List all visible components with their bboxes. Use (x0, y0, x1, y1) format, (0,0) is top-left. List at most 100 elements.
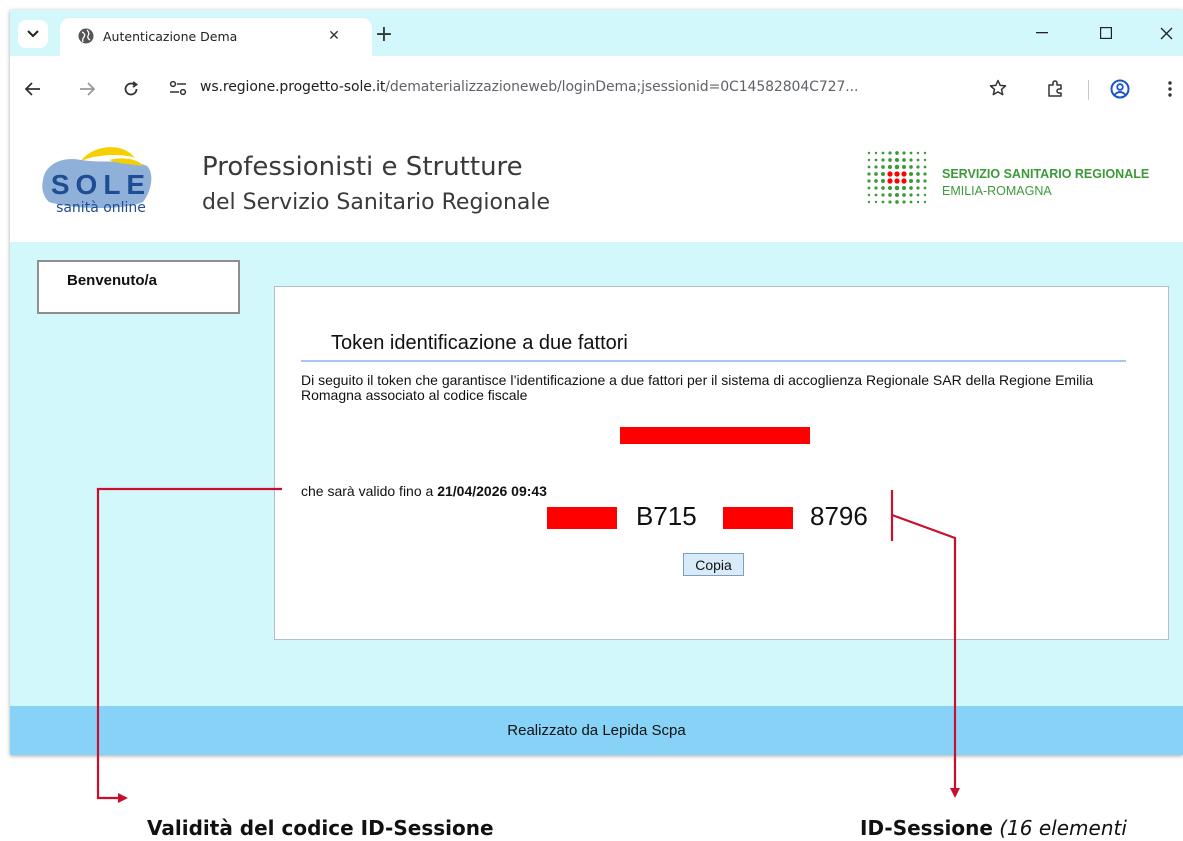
ssr-logo-dot-green (916, 151, 920, 155)
page-footer: Realizzato da Lepida Scpa (10, 706, 1183, 755)
ssr-logo-dot-red (894, 171, 900, 177)
ssr-logo-dot-red (887, 171, 893, 177)
ssr-logo-dot-green (923, 151, 927, 155)
address-bar[interactable]: ws.regione.progetto-sole.it/dematerializ… (160, 71, 1022, 105)
ssr-logo-dot-green (881, 158, 885, 162)
ssr-logo-dot-green (923, 172, 927, 176)
ssr-logo-dot-green (902, 151, 906, 155)
new-tab-button[interactable]: + (370, 20, 398, 48)
ssr-logo-dot-green (923, 165, 927, 169)
close-icon (1160, 27, 1172, 39)
sole-logo-tagline: sanità online (56, 200, 146, 216)
ssr-logo-dot-green (888, 151, 892, 155)
redacted-token-part-3 (723, 507, 793, 529)
toolbar-divider (1088, 80, 1089, 100)
browser-window: Autenticazione Dema ✕ + ws.regione.proge… (10, 10, 1183, 755)
url-host: ws.regione.progetto-sole.it (200, 79, 386, 95)
ssr-logo-dot-green (916, 158, 920, 162)
ssr-logo-dot-green (874, 158, 878, 162)
menu-icon (1168, 81, 1172, 97)
validity-line: che sarà valido fino a 21/04/2026 09:43 (301, 483, 547, 499)
ssr-logo-dot-green (895, 151, 899, 155)
validity-date: 21/04/2026 09:43 (437, 483, 547, 499)
ssr-logo-dot-green (881, 186, 885, 190)
ssr-logo-dot-green (874, 179, 878, 183)
ssr-logo-dot-green (909, 151, 913, 155)
validity-prefix: che sarà valido fino a (301, 483, 438, 499)
globe-icon (78, 28, 94, 44)
url-path: /dematerializzazioneweb/loginDema;jsessi… (385, 79, 859, 95)
welcome-box: Benvenuto/a (37, 260, 240, 314)
ssr-logo-dot-green (881, 200, 885, 204)
ssr-logo-dot-green (923, 179, 927, 183)
reload-button[interactable] (116, 74, 146, 104)
star-icon (989, 79, 1007, 96)
site-info-icon[interactable] (168, 79, 188, 97)
ssr-logo-dot-red (901, 171, 907, 177)
minimize-button[interactable] (1022, 18, 1062, 48)
reload-icon (124, 81, 139, 96)
validity-annotation-label: Validità del codice ID-Sessione (147, 816, 494, 840)
ssr-logo-dot-green (894, 164, 900, 170)
ssr-logo-dot-green (916, 193, 920, 197)
ssr-logo-dot-green (894, 192, 900, 198)
ssr-logo-dot-green (909, 158, 913, 162)
ssr-logo-dot-green (880, 178, 886, 184)
ssr-logo-dot-green (923, 158, 927, 162)
minimize-icon (1036, 32, 1048, 34)
ssr-logo-dot-green (909, 186, 913, 190)
back-icon (25, 82, 40, 96)
ssr-logo-dot-green (909, 193, 913, 197)
maximize-button[interactable] (1086, 18, 1126, 48)
site-title: Professionisti e Strutture (202, 152, 523, 182)
ssr-logo-dot-green (887, 185, 893, 191)
forward-icon (80, 82, 95, 96)
ssr-logo-dot-red (887, 178, 893, 184)
ssr-logo-dot-green (916, 200, 920, 204)
ssr-logo-dot-green (867, 151, 871, 155)
profile-button[interactable] (1105, 74, 1135, 104)
ssr-logo-dot-green (881, 165, 885, 169)
page-header: SOLE sanità online Professionisti e Stru… (10, 122, 1183, 242)
url-text[interactable]: ws.regione.progetto-sole.it/dematerializ… (200, 79, 858, 95)
tab-autenticazione-dema[interactable]: Autenticazione Dema ✕ (60, 18, 372, 56)
ssr-logo-dot-green (909, 200, 913, 204)
ssr-logo-dot-green (880, 171, 886, 177)
tab-search-button[interactable] (18, 20, 48, 48)
footer-text: Realizzato da Lepida Scpa (507, 722, 686, 739)
sole-logo-word: SOLE (51, 169, 151, 200)
browser-menu-button[interactable] (1155, 74, 1183, 104)
bookmark-button[interactable] (985, 75, 1011, 101)
ssr-logo-dot-green (867, 165, 871, 169)
token-part-b715: B715 (636, 501, 697, 531)
session-annotation-label: ID-Sessione (16 elementi (860, 816, 1127, 840)
panel-divider (301, 360, 1126, 362)
forward-button[interactable] (72, 74, 102, 104)
ssr-logo-dot-green (874, 193, 878, 197)
ssr-logo-dot-green (909, 165, 913, 169)
ssr-logo-dot-green (923, 200, 927, 204)
redacted-fiscal-code (620, 427, 810, 444)
extensions-button[interactable] (1040, 74, 1070, 104)
ssr-logo-dot-green (881, 151, 885, 155)
ssr-logo-dot-green (888, 193, 892, 197)
tab-title: Autenticazione Dema (103, 29, 238, 44)
ssr-logo-dot-green (867, 179, 871, 183)
copy-button[interactable]: Copia (683, 553, 744, 576)
close-window-button[interactable] (1146, 18, 1183, 48)
ssr-logo-dot-green (908, 171, 914, 177)
profile-icon (1110, 79, 1130, 99)
ssr-logo-dot-green (923, 186, 927, 190)
extensions-icon (1048, 80, 1062, 97)
sole-logo[interactable]: SOLE sanità online (35, 140, 170, 222)
ssr-logo-dot-green (874, 165, 878, 169)
ssr-name-line1: SERVIZIO SANITARIO REGIONALE (942, 167, 1150, 181)
ssr-logo-dot-green (902, 193, 906, 197)
tab-close-button[interactable]: ✕ (322, 23, 346, 47)
content-area: Benvenuto/a Token identificazione a due … (10, 242, 1183, 706)
back-button[interactable] (18, 74, 48, 104)
welcome-text: Benvenuto/a (67, 272, 158, 289)
ssr-logo-dot-green (901, 185, 907, 191)
panel-description: Di seguito il token che garantisce l’ide… (301, 372, 1094, 403)
browser-toolbar: ws.regione.progetto-sole.it/dematerializ… (10, 56, 1183, 122)
